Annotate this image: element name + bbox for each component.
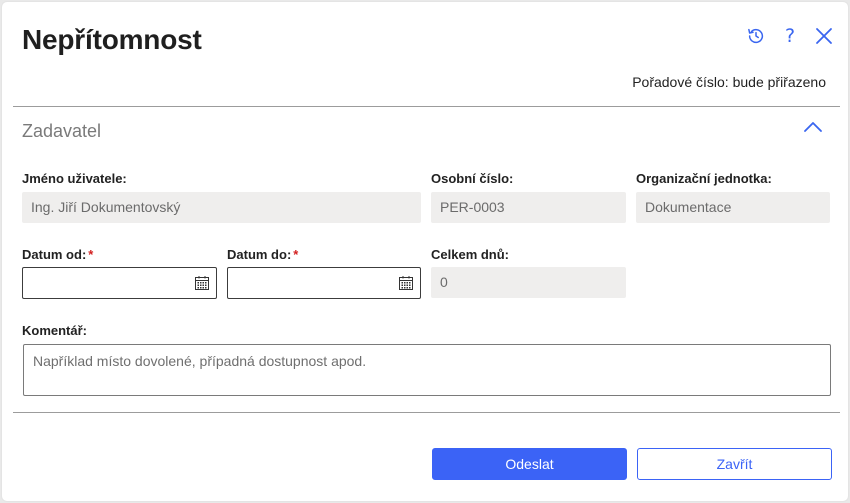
submit-button[interactable]: Odeslat — [432, 448, 627, 480]
close-button[interactable]: Zavřít — [637, 448, 832, 480]
comment-textarea[interactable] — [23, 344, 831, 396]
divider-top — [13, 106, 840, 107]
dialog-title: Nepřítomnost — [22, 24, 202, 55]
close-icon[interactable] — [814, 26, 834, 46]
date-to-label-text: Datum do: — [227, 247, 292, 262]
date-from-field[interactable] — [22, 267, 217, 299]
org-unit-label: Organizační jednotka: — [636, 171, 772, 186]
help-icon[interactable]: ? — [780, 26, 800, 46]
required-mark: * — [88, 247, 94, 262]
user-name-label: Jméno uživatele: — [22, 171, 127, 186]
absence-dialog: Nepřítomnost ? Pořadové číslo: bude přiř… — [1, 1, 849, 502]
calendar-icon[interactable] — [194, 275, 210, 291]
divider-bottom — [13, 412, 840, 413]
date-from-label-text: Datum od: — [22, 247, 87, 262]
required-mark: * — [293, 247, 299, 262]
personal-number-label: Osobní číslo: — [431, 171, 514, 186]
help-glyph: ? — [784, 25, 796, 47]
date-to-input[interactable] — [228, 268, 420, 298]
date-from-label: Datum od: * — [22, 247, 93, 262]
order-number: Pořadové číslo: bude přiřazeno — [632, 74, 826, 90]
section-title: Zadavatel — [22, 121, 102, 141]
date-to-label: Datum do: * — [227, 247, 298, 262]
org-unit-field: Dokumentace — [636, 192, 830, 223]
date-to-field[interactable] — [227, 267, 421, 299]
comment-label: Komentář: — [22, 323, 88, 338]
total-days-field: 0 — [431, 267, 626, 298]
history-icon[interactable] — [746, 26, 766, 46]
calendar-icon[interactable] — [398, 275, 414, 291]
chevron-up-icon[interactable] — [802, 120, 824, 138]
date-from-input[interactable] — [23, 268, 216, 298]
header-actions: ? — [746, 26, 834, 46]
user-name-field: Ing. Jiří Dokumentovský — [22, 192, 421, 223]
total-days-label: Celkem dnů: — [431, 247, 510, 262]
personal-number-field: PER-0003 — [431, 192, 626, 223]
